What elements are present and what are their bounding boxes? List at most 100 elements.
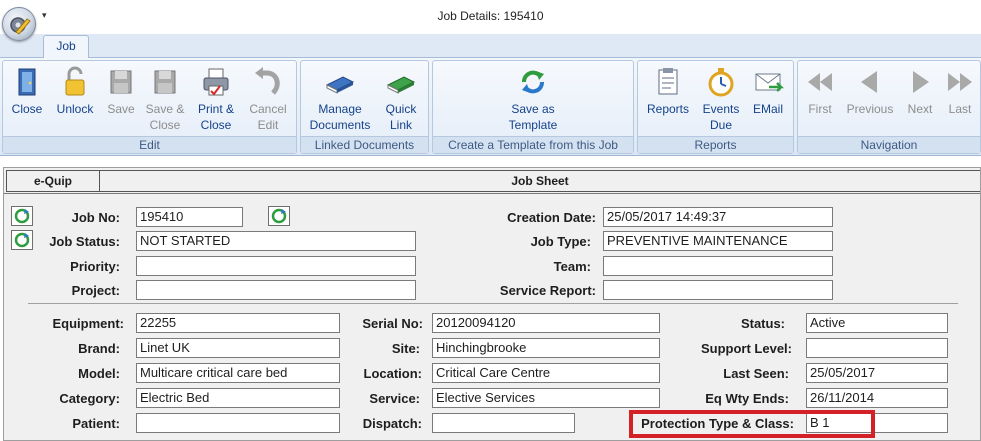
ribbon-group-navigation: First Previous Next Last Navigation [797, 60, 981, 154]
dispatch-label: Dispatch: [362, 416, 422, 431]
floppy-disk-icon [148, 65, 182, 99]
status-label: Status: [740, 316, 785, 331]
undo-arrow-icon [251, 65, 285, 99]
title-bar: ▾ Job Details: 195410 [0, 0, 981, 41]
service-report-field[interactable] [603, 280, 833, 300]
group-label-edit: Edit [3, 136, 296, 153]
job-status-field[interactable]: NOT STARTED [136, 231, 416, 251]
refresh-arrows-icon [516, 65, 550, 99]
application-menu-button[interactable] [2, 7, 36, 41]
print-and-close-button[interactable]: Print & Close [193, 65, 239, 133]
service-report-label: Service Report: [499, 283, 596, 298]
model-field[interactable]: Multicare critical care bed [136, 363, 340, 383]
sheet-header: e-Quip Job Sheet [4, 168, 980, 194]
site-label: Site: [391, 341, 420, 356]
category-label: Category: [59, 391, 120, 406]
padlock-open-icon [58, 65, 92, 99]
last-seen-label: Last Seen: [723, 366, 789, 381]
equipment-field[interactable]: 22255 [136, 313, 340, 333]
team-label: Team: [553, 259, 591, 274]
previous-arrow-icon [853, 65, 887, 99]
printer-icon [199, 65, 233, 99]
lookup-job-icon[interactable] [268, 206, 290, 226]
report-document-icon [651, 65, 685, 99]
email-envelope-icon [751, 65, 785, 99]
equip-module-tab[interactable]: e-Quip [6, 170, 100, 192]
project-label: Project: [71, 283, 120, 298]
group-label-linked-documents: Linked Documents [301, 136, 428, 153]
unlock-button[interactable]: Unlock [53, 65, 97, 117]
ribbon: Close Unlock Save Save & Close Print & Clo… [0, 58, 981, 156]
service-label: Service: [369, 391, 420, 406]
dispatch-field[interactable] [432, 413, 575, 433]
save-and-close-button[interactable]: Save & Close [143, 65, 187, 133]
save-button[interactable]: Save [103, 65, 139, 117]
sheet-title: Job Sheet [100, 170, 980, 192]
site-field[interactable]: Hinchingbrooke [432, 338, 660, 358]
project-field[interactable] [136, 280, 416, 300]
location-field[interactable]: Critical Care Centre [432, 363, 660, 383]
protection-type-field[interactable]: B 1 [806, 413, 948, 433]
group-label-navigation: Navigation [798, 136, 980, 153]
close-button[interactable]: Close [7, 65, 47, 117]
job-no-field[interactable]: 195410 [136, 207, 243, 227]
service-field[interactable]: Elective Services [432, 388, 660, 408]
category-field[interactable]: Electric Bed [136, 388, 340, 408]
model-label: Model: [78, 366, 120, 381]
blue-book-icon [323, 65, 357, 99]
first-button[interactable]: First [802, 65, 838, 117]
protection-type-label: Protection Type & Class: [641, 416, 794, 431]
serial-no-field[interactable]: 20120094120 [432, 313, 660, 333]
job-type-field[interactable]: PREVENTIVE MAINTENANCE [603, 231, 833, 251]
creation-date-label: Creation Date: [507, 210, 596, 225]
last-button[interactable]: Last [942, 65, 978, 117]
previous-button[interactable]: Previous [842, 65, 898, 117]
serial-no-label: Serial No: [362, 316, 423, 331]
eq-wty-ends-field[interactable]: 26/11/2014 [806, 388, 948, 408]
eq-wty-ends-label: Eq Wty Ends: [705, 391, 789, 406]
next-button[interactable]: Next [902, 65, 938, 117]
location-label: Location: [363, 366, 423, 381]
group-label-reports: Reports [638, 136, 793, 153]
tab-job[interactable]: Job [43, 35, 89, 59]
reports-button[interactable]: Reports [644, 65, 692, 117]
events-due-button[interactable]: Events Due [698, 65, 744, 133]
cancel-edit-button[interactable]: Cancel Edit [245, 65, 291, 133]
job-no-label: Job No: [71, 210, 120, 225]
patient-field[interactable] [136, 413, 340, 433]
email-button[interactable]: EMail [748, 65, 788, 117]
brand-label: Brand: [78, 341, 120, 356]
ribbon-tab-strip: Job [0, 34, 981, 59]
ribbon-group-edit: Close Unlock Save Save & Close Print & Clo… [2, 60, 297, 154]
next-arrow-icon [903, 65, 937, 99]
door-icon [10, 65, 44, 99]
priority-field[interactable] [136, 256, 416, 276]
last-seen-field[interactable]: 25/05/2017 [806, 363, 948, 383]
window-title: Job Details: 195410 [437, 9, 544, 23]
stopwatch-icon [704, 65, 738, 99]
green-book-icon [384, 65, 418, 99]
job-status-label: Job Status: [49, 234, 120, 249]
job-type-label: Job Type: [530, 234, 591, 249]
save-as-template-button[interactable]: Save as Template [499, 65, 567, 133]
team-field[interactable] [603, 256, 833, 276]
wrench-gear-icon [10, 17, 31, 35]
creation-date-field[interactable]: 25/05/2017 14:49:37 [603, 207, 833, 227]
support-level-field[interactable] [806, 338, 948, 358]
equipment-label: Equipment: [52, 316, 125, 331]
floppy-disk-icon [104, 65, 138, 99]
group-label-template: Create a Template from this Job [433, 136, 633, 153]
ribbon-group-reports: Reports Events Due EMail Reports [637, 60, 794, 154]
status-field[interactable]: Active [806, 313, 948, 333]
brand-field[interactable]: Linet UK [136, 338, 340, 358]
ribbon-group-template: Save as Template Create a Template from t… [432, 60, 634, 154]
ribbon-group-linked-documents: Manage Documents Quick Link Linked Documen… [300, 60, 429, 154]
manage-documents-button[interactable]: Manage Documents [307, 65, 373, 133]
patient-label: Patient: [72, 416, 120, 431]
priority-label: Priority: [70, 259, 120, 274]
last-arrow-icon [943, 65, 977, 99]
section-divider [28, 303, 958, 304]
first-arrow-icon [803, 65, 837, 99]
quick-link-button[interactable]: Quick Link [379, 65, 423, 133]
support-level-label: Support Level: [700, 341, 792, 356]
